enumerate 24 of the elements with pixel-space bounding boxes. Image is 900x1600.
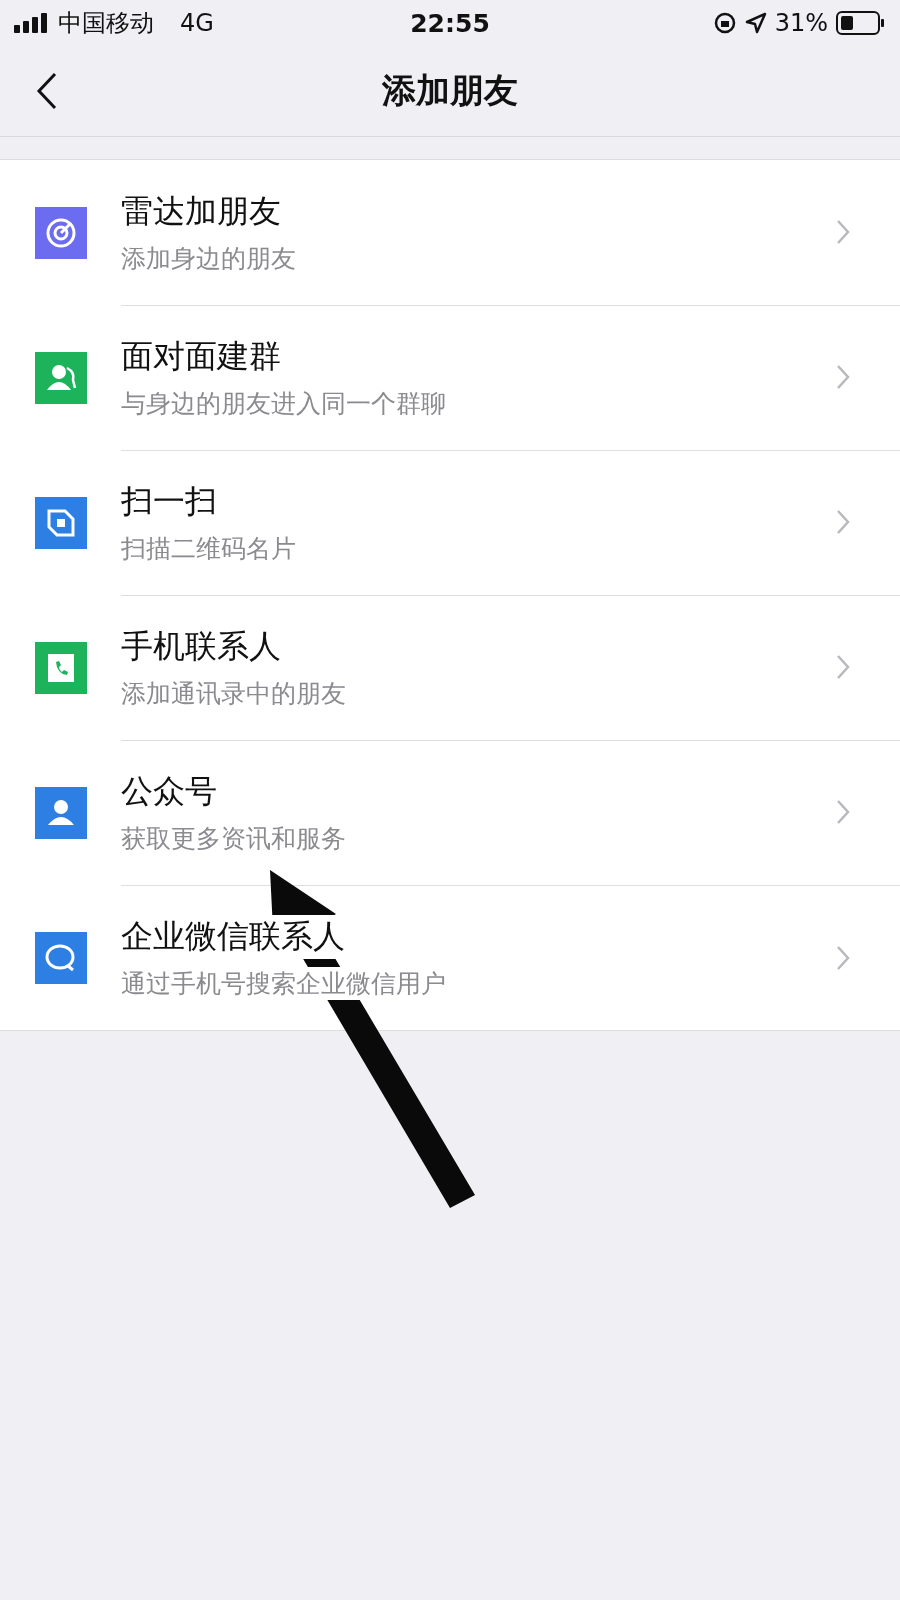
battery-percent: 31% xyxy=(774,9,828,37)
item-title: 企业微信联系人 xyxy=(121,915,345,959)
group-icon xyxy=(35,351,87,404)
scan-icon xyxy=(35,496,87,549)
chat-icon xyxy=(35,931,87,984)
chevron-icon xyxy=(836,509,850,535)
signal-icon xyxy=(14,13,50,33)
location-icon xyxy=(744,12,767,34)
back-icon[interactable] xyxy=(36,72,58,110)
carrier-name: 中国移动 xyxy=(58,8,154,39)
item-subtitle: 通过手机号搜索企业微信用户 xyxy=(121,967,446,1000)
phone-icon xyxy=(35,641,87,694)
page-title: 添加朋友 xyxy=(382,69,518,112)
chevron-icon xyxy=(836,364,850,390)
chevron-icon xyxy=(836,944,850,971)
network-type: 4G xyxy=(180,9,214,37)
battery-icon xyxy=(836,11,886,35)
chevron-icon xyxy=(836,654,850,680)
chevron-icon xyxy=(836,219,850,245)
radar-icon xyxy=(35,206,87,259)
account-icon xyxy=(35,786,87,839)
clock-time: 22:55 xyxy=(410,8,490,38)
rotation-lock-icon xyxy=(712,11,737,35)
chevron-icon xyxy=(836,799,850,825)
